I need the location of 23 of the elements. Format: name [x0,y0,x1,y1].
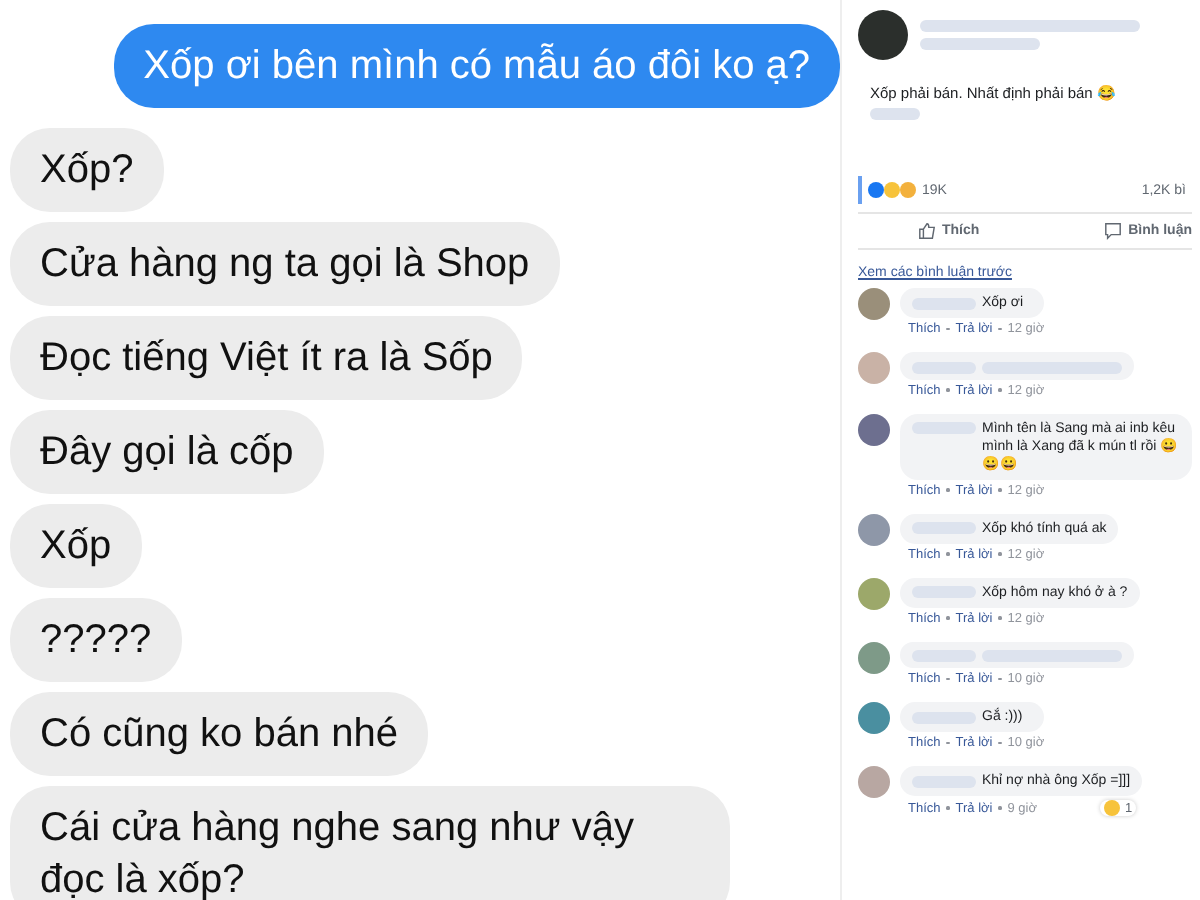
blurred-name [920,38,1040,50]
avatar [858,413,890,445]
avatar [858,702,890,734]
received-message: Đây gọi là cốp [10,410,324,494]
received-message: Có cũng ko bán nhé [10,692,429,776]
blurred-text [870,108,920,120]
avatar [858,513,890,545]
received-message: Xốp [10,504,142,588]
received-message: Xốp? [10,128,164,212]
avatar [858,577,890,609]
avatar [858,766,890,798]
received-message: Cái cửa hàng nghe sang như vậy đọc là xốp? [10,786,730,900]
avatar [858,641,890,673]
avatar [858,10,908,60]
received-message: ????? [10,598,182,682]
sent-message: Xốp ơi bên mình có mẫu áo đôi ko ạ? [113,24,840,108]
reaction-icons [868,182,916,198]
avatar [858,352,890,384]
received-message: Cửa hàng ng ta gọi là Shop [10,222,560,306]
avatar [858,288,890,320]
received-message: Đọc tiếng Việt ít ra là Sốp [10,316,523,400]
thumbs-up-icon [918,222,936,240]
speech-bubble-icon [1104,222,1123,240]
